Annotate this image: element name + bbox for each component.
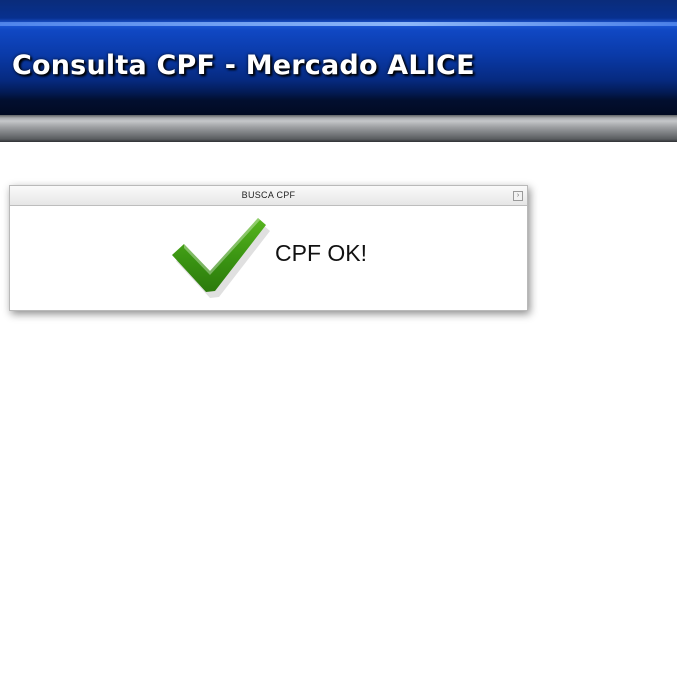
header-gloss — [0, 22, 677, 26]
page-header: Consulta CPF - Mercado ALICE — [0, 0, 677, 115]
panel-header: BUSCA CPF › — [10, 186, 527, 206]
status-message: CPF OK! — [275, 240, 368, 266]
page-title: Consulta CPF - Mercado ALICE — [12, 50, 475, 81]
panel-toggle-icon[interactable]: › — [513, 191, 523, 201]
header-divider-bar — [0, 115, 677, 142]
checkmark-icon — [172, 218, 270, 298]
busca-cpf-panel: BUSCA CPF › CPF OK! — [9, 185, 528, 311]
panel-title: BUSCA CPF — [241, 190, 296, 200]
